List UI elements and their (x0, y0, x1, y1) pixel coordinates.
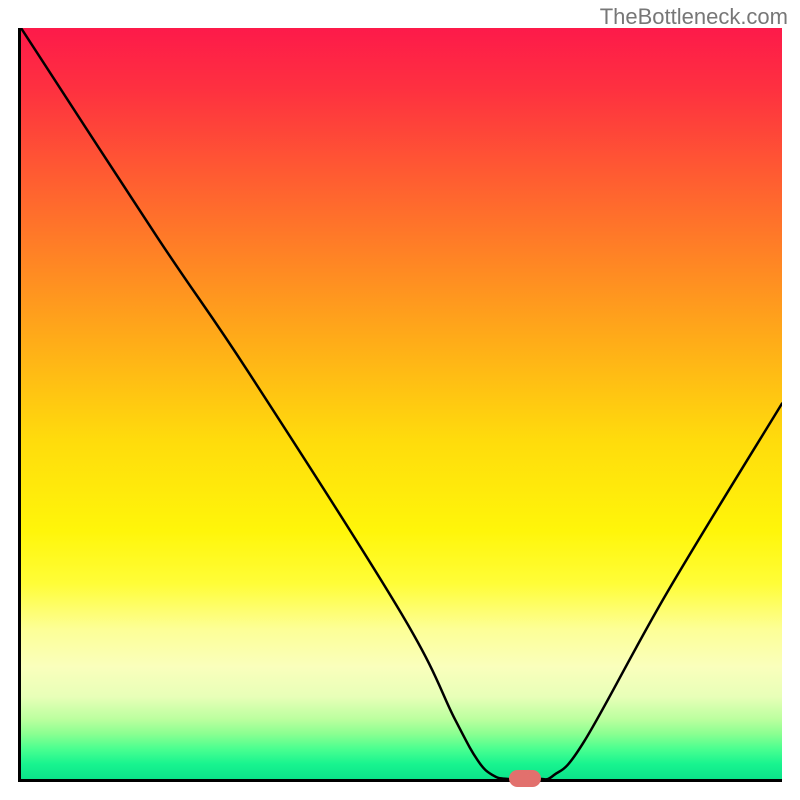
attribution-text: TheBottleneck.com (600, 4, 788, 30)
plot-area (18, 28, 782, 782)
bottleneck-curve-path (21, 28, 782, 779)
curve-svg (21, 28, 782, 779)
optimum-marker (509, 770, 541, 787)
